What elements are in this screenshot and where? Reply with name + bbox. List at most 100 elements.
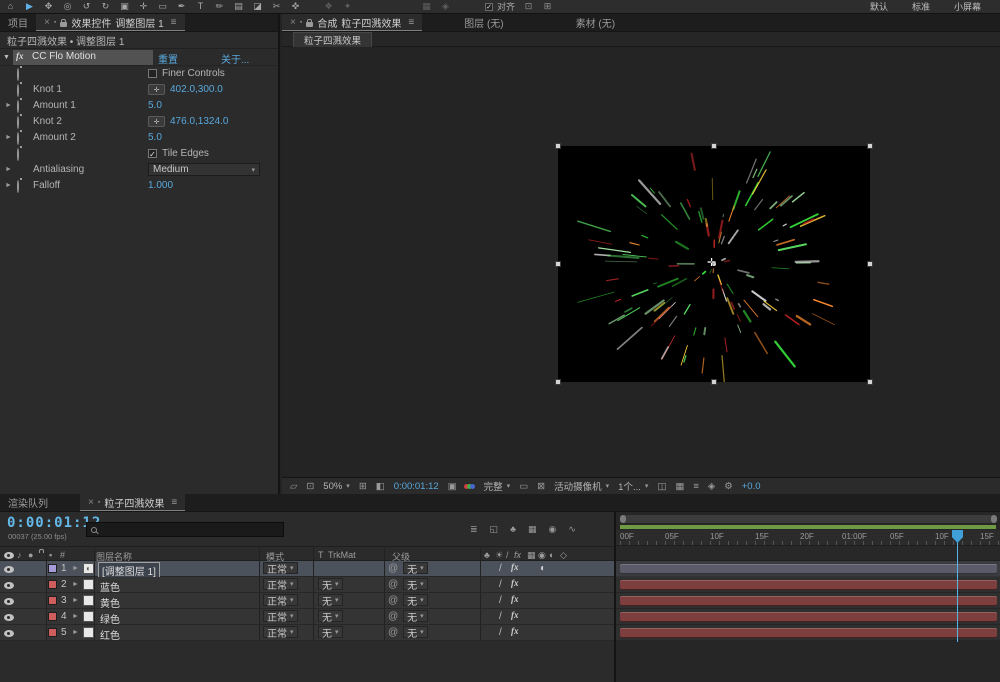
pen-tool-icon[interactable]: ✒	[176, 0, 187, 13]
tab-layer[interactable]: 图层 (无)	[456, 14, 511, 31]
draft-3d-icon[interactable]: ◱	[490, 524, 499, 535]
property-value[interactable]: 5.0	[148, 100, 162, 111]
layer-duration-bar[interactable]	[620, 580, 997, 590]
expand-arrow-icon[interactable]: ►	[72, 565, 79, 572]
frame-blend-icon[interactable]: ▦	[528, 524, 537, 535]
quality-switch[interactable]: /	[499, 611, 502, 622]
label-color-swatch[interactable]	[48, 612, 57, 621]
layer-row[interactable]: 4 ► 绿色 正常▾ 无▾ @ 无▾ / fx	[0, 609, 614, 625]
snap-toggle[interactable]: ✓ 对齐	[485, 0, 515, 13]
tab-effect-controls[interactable]: × ▪ 效果控件 调整图层 1 ≡	[36, 14, 185, 31]
label-color-swatch[interactable]	[48, 580, 57, 589]
selection-handle[interactable]	[555, 379, 561, 385]
selection-handle[interactable]	[711, 143, 717, 149]
expand-arrow-icon[interactable]: ►	[72, 597, 79, 604]
selection-handle[interactable]	[555, 143, 561, 149]
quality-switch[interactable]: /	[499, 579, 502, 590]
expand-arrow-icon[interactable]: ►	[72, 581, 79, 588]
chevron-down-icon[interactable]: ▼	[3, 54, 10, 61]
layer-duration-bar[interactable]	[620, 564, 997, 574]
pickwhip-icon[interactable]: @	[388, 563, 398, 574]
expand-arrow-icon[interactable]: ►	[5, 166, 12, 173]
effects-switch[interactable]: fx	[511, 610, 519, 620]
composition-canvas[interactable]: ✛	[558, 146, 870, 382]
camera-tool-icon[interactable]: ▣	[119, 0, 130, 13]
selection-handle[interactable]	[867, 379, 873, 385]
grid-options-icon[interactable]: ⊞	[542, 0, 553, 13]
blend-mode-dropdown[interactable]: 正常▾	[263, 626, 298, 638]
close-icon[interactable]: ×	[88, 497, 94, 508]
expand-arrow-icon[interactable]: ►	[72, 629, 79, 636]
current-time-button[interactable]: 0:00:01:12	[394, 481, 439, 492]
selection-handle[interactable]	[555, 261, 561, 267]
layer-duration-bar[interactable]	[620, 628, 997, 638]
layer-duration-bar[interactable]	[620, 596, 997, 606]
reset-effect-button[interactable]: 重置	[158, 51, 178, 66]
point-picker-icon[interactable]: ✛	[148, 116, 165, 127]
parent-dropdown[interactable]: 无▾	[403, 626, 428, 638]
effect-header-row[interactable]: ▼ fx CC Flo Motion 重置 关于...	[0, 49, 278, 66]
stopwatch-icon[interactable]	[17, 68, 19, 81]
layer-row[interactable]: 2 ► 蓝色 正常▾ 无▾ @ 无▾ / fx	[0, 577, 614, 593]
property-value[interactable]: 5.0	[148, 132, 162, 143]
layer-duration-bar[interactable]	[620, 612, 997, 622]
motion-blur-icon[interactable]: ◉	[548, 524, 556, 535]
panel-menu-icon[interactable]: ≡	[171, 497, 177, 508]
viewer-tab-comp[interactable]: 粒子四溅效果	[293, 32, 372, 47]
effects-switch[interactable]: fx	[511, 626, 519, 636]
pan-behind-tool-icon[interactable]: ✛	[138, 0, 149, 13]
stopwatch-icon[interactable]	[17, 148, 19, 161]
hand-tool-icon[interactable]: ✥	[43, 0, 54, 13]
layer-row[interactable]: 1 ► ◐ [调整图层 1] 正常▾ @ 无▾ / fx ◐	[0, 561, 614, 577]
trkmat-dropdown[interactable]: 无▾	[318, 594, 343, 606]
home-icon[interactable]: ⌂	[5, 0, 16, 13]
fast-preview-icon[interactable]: ▦	[675, 481, 684, 492]
layer-name[interactable]: 红色	[100, 627, 120, 642]
parent-dropdown[interactable]: 无▾	[403, 594, 428, 606]
time-navigator[interactable]	[620, 515, 997, 523]
visibility-eye-icon[interactable]	[4, 598, 14, 605]
view-layout-dropdown[interactable]: 1个... ▾	[618, 479, 648, 493]
anchor-point-icon[interactable]: ✛	[707, 256, 716, 269]
exposure-value[interactable]: +0.0	[742, 481, 761, 492]
composition-viewport[interactable]: ✛	[282, 47, 1000, 477]
type-tool-icon[interactable]: T	[195, 0, 206, 13]
workspace-default-button[interactable]: 默认	[870, 0, 888, 13]
quality-switch[interactable]: /	[499, 627, 502, 638]
region-of-interest-icon[interactable]: ▭	[519, 481, 528, 492]
clone-stamp-tool-icon[interactable]: ▤	[233, 0, 244, 13]
pickwhip-icon[interactable]: @	[388, 611, 398, 622]
adjustment-layer-switch[interactable]: ◐	[540, 563, 546, 574]
layer-name[interactable]: 蓝色	[100, 579, 120, 594]
tab-composition[interactable]: × ▪ 合成 粒子四溅效果 ≡	[282, 14, 422, 31]
selection-tool-icon[interactable]: ▶	[24, 0, 35, 13]
effects-switch[interactable]: fx	[511, 594, 519, 604]
selection-handle[interactable]	[867, 143, 873, 149]
parent-dropdown[interactable]: 无▾	[403, 578, 428, 590]
visibility-eye-icon[interactable]	[4, 614, 14, 621]
lock-icon[interactable]	[306, 22, 313, 27]
about-effect-button[interactable]: 关于...	[221, 51, 249, 66]
graph-editor-icon[interactable]: ∿	[568, 524, 576, 535]
layer-name[interactable]: 黄色	[100, 595, 120, 610]
resolution-dropdown[interactable]: 完整 ▾	[484, 479, 511, 493]
brush-tool-icon[interactable]: ✏	[214, 0, 225, 13]
pickwhip-icon[interactable]: @	[388, 627, 398, 638]
label-color-swatch[interactable]	[48, 564, 57, 573]
workspace-standard-button[interactable]: 标准	[912, 0, 930, 13]
grid-guides-icon[interactable]: ⊞	[359, 481, 367, 492]
time-ruler[interactable]: 00F 05F 10F 15F 20F 01:00F 05F 10F 15F	[616, 530, 1000, 546]
expand-arrow-icon[interactable]: ►	[5, 102, 12, 109]
hide-shy-icon[interactable]: ♣	[510, 524, 516, 535]
label-color-swatch[interactable]	[48, 596, 57, 605]
quality-switch[interactable]: /	[499, 563, 502, 574]
stopwatch-icon[interactable]	[17, 180, 19, 193]
panel-menu-icon[interactable]: ≡	[171, 17, 177, 28]
tab-timeline-comp[interactable]: × ▪ 粒子四溅效果 ≡	[80, 494, 185, 511]
antialiasing-dropdown[interactable]: Medium ▾	[148, 163, 260, 176]
eraser-tool-icon[interactable]: ◪	[252, 0, 263, 13]
zoom-tool-icon[interactable]: ◎	[62, 0, 73, 13]
trkmat-dropdown[interactable]: 无▾	[318, 626, 343, 638]
mini-flowchart-icon[interactable]: ≣	[470, 524, 478, 535]
pickwhip-icon[interactable]: @	[388, 579, 398, 590]
